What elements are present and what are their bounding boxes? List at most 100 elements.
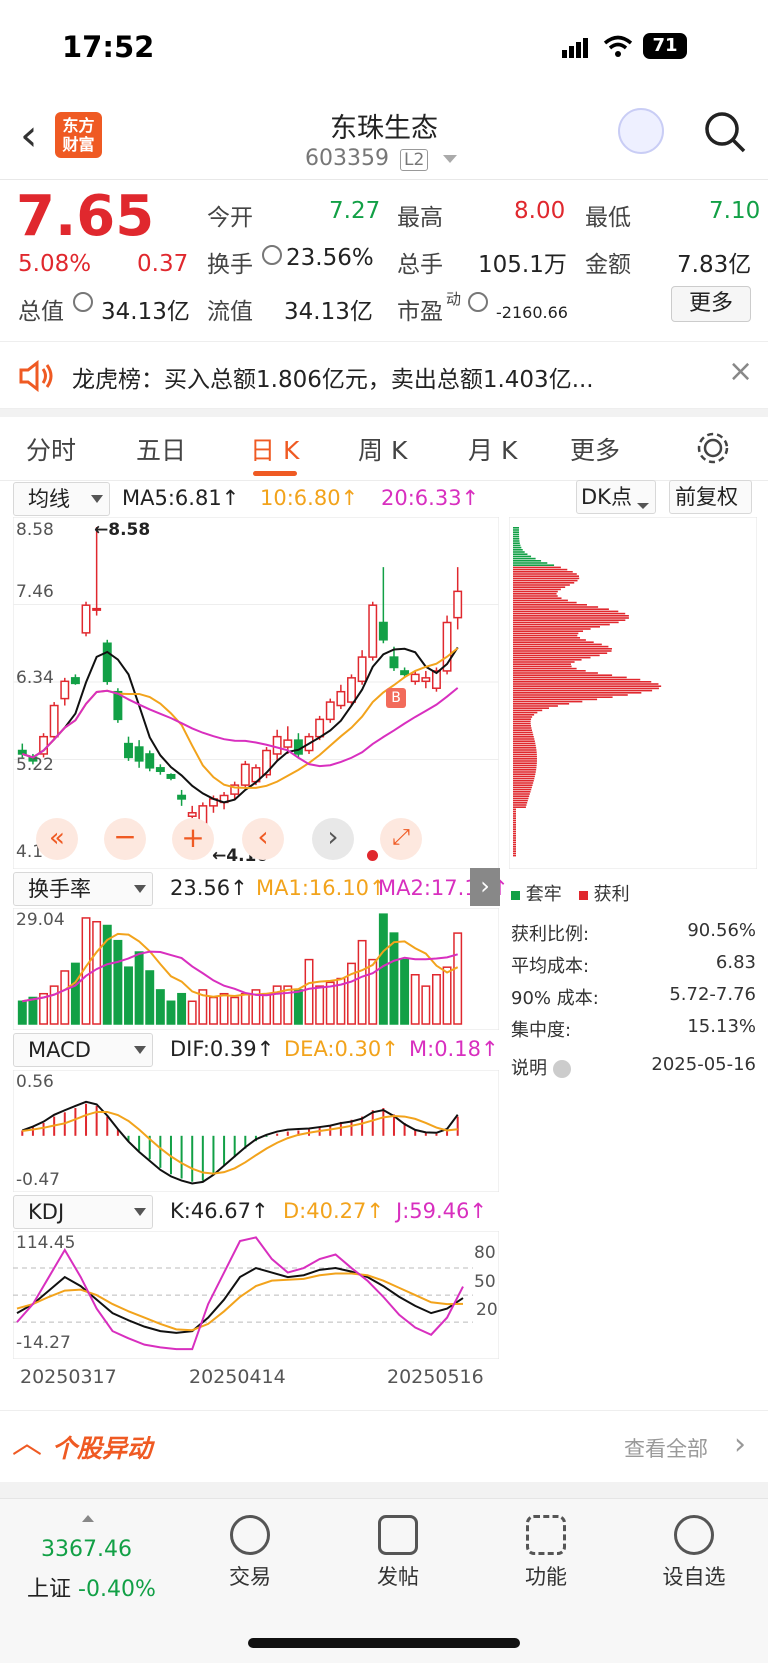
step-right-icon[interactable]: › [312,818,354,860]
chip-note-row[interactable]: 说明 2025-05-16 [511,1054,756,1080]
chip-bar [513,542,520,544]
bar [28,996,38,1025]
settings-gear-icon[interactable] [696,431,730,469]
chip-bar [513,562,548,564]
edit-icon [378,1515,418,1555]
chip-bar [513,568,568,571]
chip-bar [513,681,652,683]
stock-alert-section[interactable]: ︿ 个股异动 查看全部 › [0,1410,768,1482]
zoom-in-icon[interactable]: + [172,818,214,860]
kdj-select[interactable]: KDJ [13,1195,153,1229]
tab-monthly-k[interactable]: 月 K [468,431,517,467]
stock-code-line[interactable]: 603359 L2 [305,146,458,171]
signal-icon [562,38,590,58]
tab-daily-k[interactable]: 日 K [250,431,299,467]
chip-bar [513,744,536,747]
chip-bar [513,527,520,529]
ma-select[interactable]: 均线 [13,482,110,516]
chip-bar [513,544,521,547]
tab-five-day[interactable]: 五日 [136,431,186,467]
more-quote-button[interactable]: 更多 [671,286,751,322]
pct-change: 5.08% [18,251,92,277]
chip-bar [513,661,575,663]
chip-bar [513,832,516,835]
chip-bar [513,615,629,617]
chip-bar [513,549,523,551]
ma-select-label: 均线 [28,487,70,511]
chip-bar [513,751,537,753]
chevron-right-icon[interactable]: › [470,868,500,906]
ma10-value: 10:6.80↑ [260,486,359,510]
chip-bar [513,786,532,789]
chip-bar [513,593,557,595]
chip-bar [513,782,534,784]
chip-bar [513,599,568,602]
date-mid: 20250414 [189,1366,286,1388]
chip-bar [513,760,537,762]
chip-bar [513,573,577,575]
chip-bar [513,626,600,628]
search-icon[interactable] [703,110,747,158]
tab-intraday[interactable]: 分时 [26,431,76,467]
dragon-tiger-notice[interactable]: 龙虎榜：买入总额1.806亿元，卖出总额1.403亿... × [0,341,768,409]
post-button[interactable]: 发帖 [338,1499,458,1591]
candlestick-chart[interactable] [13,517,499,869]
market-cap-value: 34.13亿 [101,299,190,325]
index-widget[interactable]: 3367.46 上证 -0.40% [22,1507,182,1607]
functions-label: 功能 [525,1565,567,1589]
volume-label: 总手 [397,252,443,278]
post-label: 发帖 [377,1565,419,1589]
bar [400,958,410,1025]
chip-key: 90% 成本: [511,988,599,1009]
bar [145,970,155,1025]
fq-button[interactable]: 前复权 [669,480,752,514]
candle-body [92,607,102,611]
chip-bar [513,819,516,822]
chip-bar [513,630,584,632]
pe-label: 市盈 [397,299,443,325]
info-icon[interactable] [262,245,282,265]
chevron-down-icon [443,155,458,163]
macd-select[interactable]: MACD [13,1033,153,1067]
chip-bar [513,628,591,630]
chip-bar [513,595,558,597]
info-icon[interactable] [73,292,93,312]
dk-point-select[interactable]: DK点 [576,480,656,514]
battery-level: 71 [652,35,678,56]
zoom-out-icon[interactable]: − [104,818,146,860]
chip-bar [513,577,580,580]
kdj-k: K:46.67↑ [170,1199,269,1223]
robot-assistant-icon[interactable] [618,108,664,154]
chip-key: 获利比例: [511,924,590,945]
tab-more[interactable]: 更多 [570,431,620,467]
scroll-left-icon[interactable]: « [36,818,78,860]
fullscreen-icon[interactable]: ⤢ [380,818,422,860]
functions-button[interactable]: 功能 [486,1499,606,1591]
chip-bar [513,775,535,778]
view-all-link[interactable]: 查看全部 [624,1433,708,1463]
add-watchlist-button[interactable]: 设自选 [634,1499,754,1591]
info-icon[interactable] [468,292,488,312]
tab-weekly-k[interactable]: 周 K [358,431,407,467]
candle-body [400,670,410,676]
turnover-select[interactable]: 换手率 [13,872,153,906]
close-icon[interactable]: × [728,354,753,389]
chip-bar [513,692,642,694]
chip-bar [513,555,532,558]
chip-bar [513,564,555,566]
buy-marker: B [386,688,406,708]
legend-profit: 获利 [593,884,630,905]
macd-chart [13,1070,499,1192]
high-label: 最高 [397,205,443,231]
step-left-icon[interactable]: ‹ [242,818,284,860]
candle-body [389,656,399,669]
chip-bar [513,676,627,679]
chip-bar [513,839,516,841]
trade-button[interactable]: 交易 [190,1499,310,1591]
chip-bar [513,663,571,665]
chip-row: 集中度: 15.13% [511,1016,756,1042]
chip-distribution-chart[interactable] [509,517,757,869]
chip-bar [513,780,534,782]
chip-bar [513,637,581,639]
bar [208,996,218,1025]
